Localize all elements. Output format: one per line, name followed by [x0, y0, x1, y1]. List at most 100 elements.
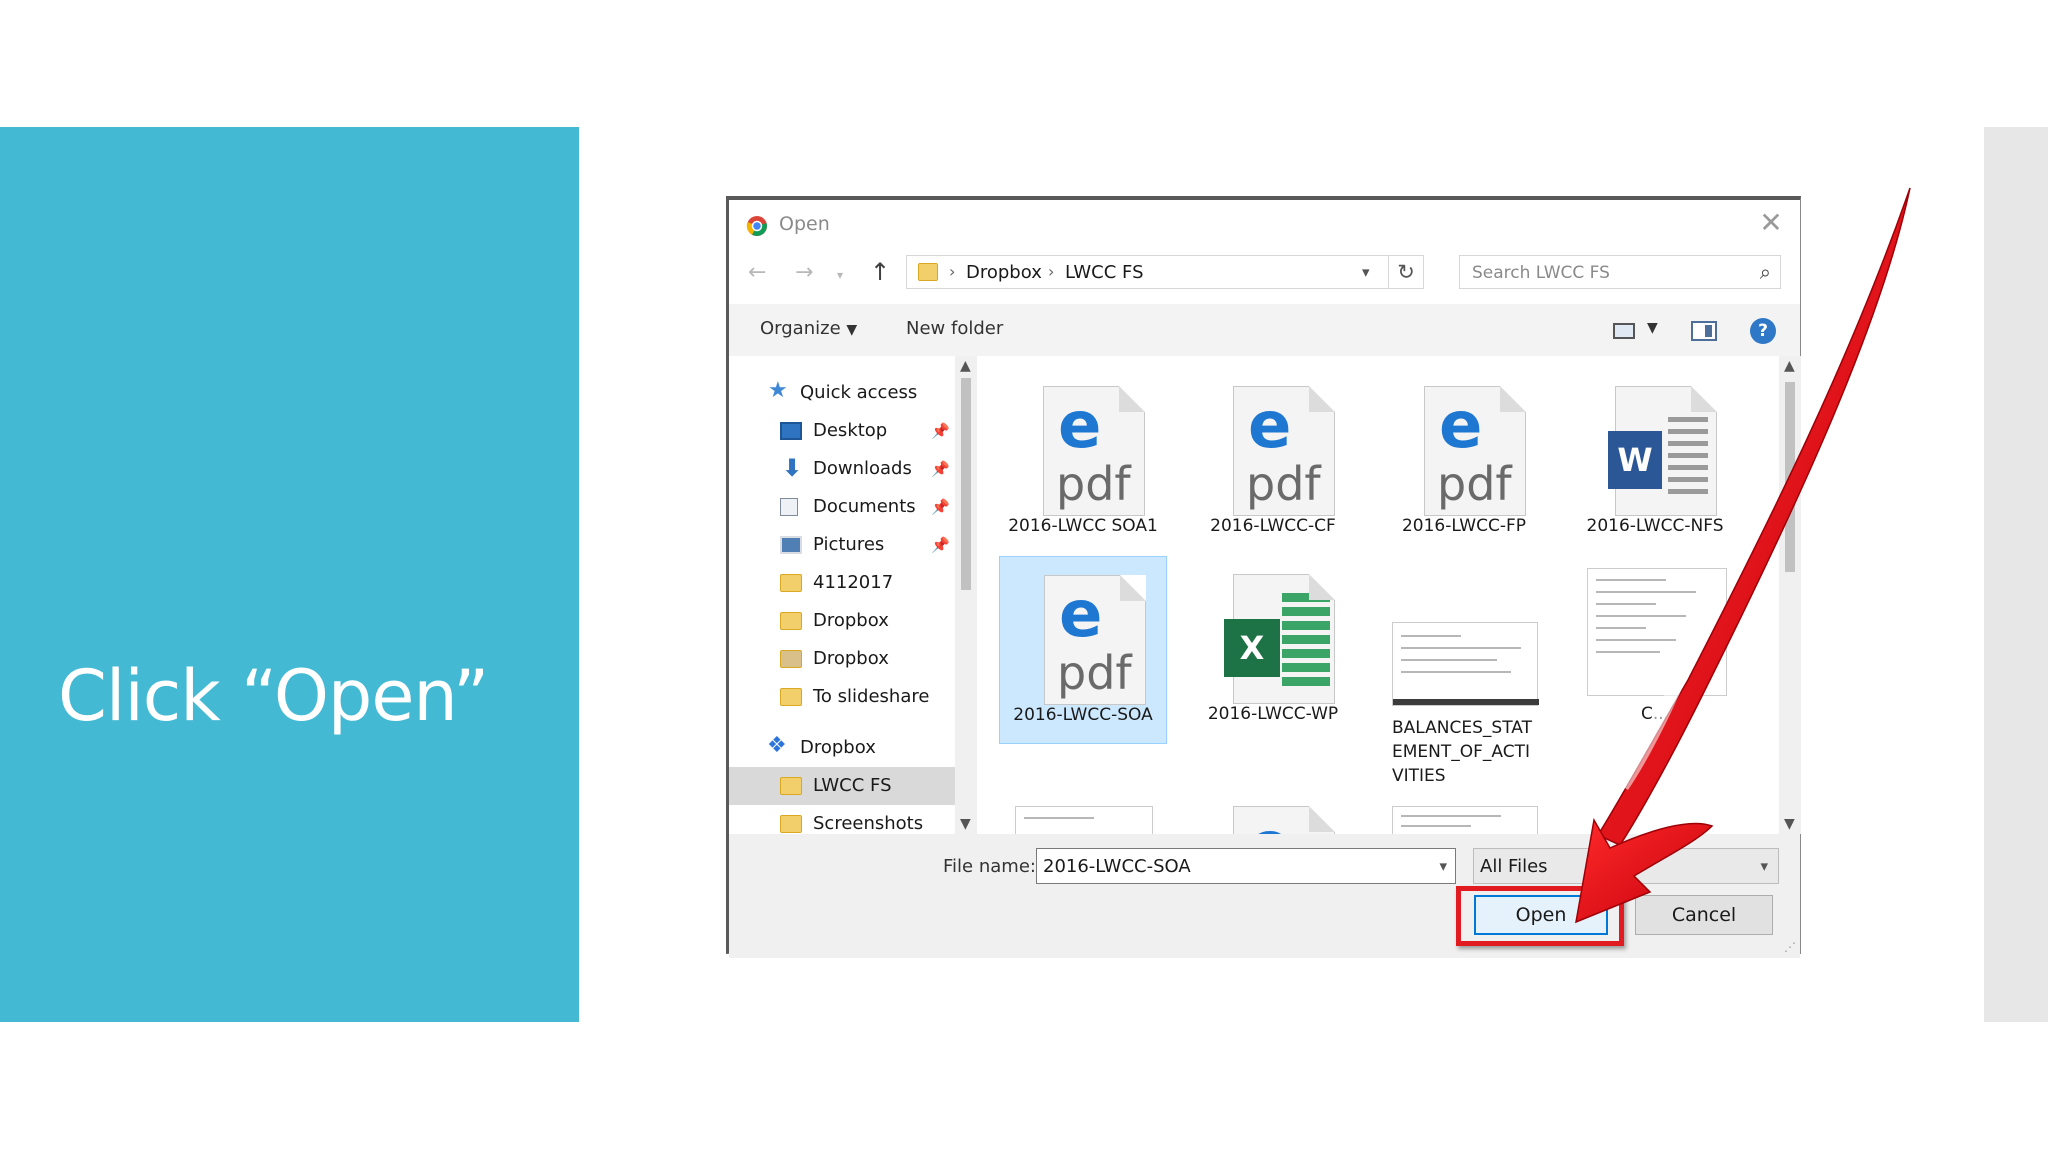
cancel-button[interactable]: Cancel [1635, 895, 1773, 935]
arrow-left-icon[interactable]: ← [748, 260, 766, 285]
refresh-icon[interactable]: ↻ [1388, 255, 1424, 289]
nav-item-dropbox-folder[interactable]: Dropbox [729, 602, 955, 640]
pdf-icon-label: pdf [1056, 457, 1131, 511]
organize-button[interactable]: Organize ▼ [760, 318, 857, 339]
file-item-partial[interactable] [999, 806, 1167, 834]
pictures-icon [780, 536, 802, 554]
file-list: e pdf 2016-LWCC SOA1 e pdf 2016-LWCC-CF … [979, 356, 1779, 834]
dialog-footer: File name: 2016-LWCC-SOA ▾ All Files ▾ O… [729, 834, 1800, 958]
file-item-partial[interactable] [1380, 806, 1548, 834]
dropbox-icon: ❖ [767, 733, 787, 758]
dialog-toolbar: Organize ▼ New folder ▼ ? [729, 304, 1800, 356]
nav-pane-scroll-thumb[interactable] [961, 378, 971, 590]
file-name: 2016-LWCC-SOA [1013, 705, 1153, 725]
breadcrumb-separator: › [949, 262, 956, 281]
file-name-line: BALANCES_STAT [1392, 718, 1532, 738]
chevron-down-icon[interactable]: ▾ [1439, 857, 1447, 875]
edge-icon: e [1248, 389, 1292, 463]
edge-icon: e [1439, 389, 1483, 463]
file-item-2016-lwcc-soa1[interactable]: e pdf 2016-LWCC SOA1 [999, 368, 1167, 556]
edge-icon: e [1058, 389, 1102, 463]
open-button-highlight [1456, 886, 1624, 946]
chevron-down-icon: ▾ [1760, 857, 1768, 875]
pdf-file-icon: e pdf [1043, 386, 1145, 516]
desktop-icon [780, 422, 802, 440]
download-icon: ⬇ [782, 454, 803, 482]
word-file-icon: W [1608, 386, 1717, 516]
arrow-right-icon[interactable]: → [795, 260, 813, 285]
scroll-down-icon[interactable]: ▼ [960, 816, 971, 832]
file-list-scroll-thumb[interactable] [1785, 382, 1795, 572]
edge-icon: e [1059, 578, 1103, 652]
slide-title-panel: Click “Open” [0, 127, 579, 1022]
file-name-line: VITIES [1392, 766, 1446, 786]
nav-item-dropbox-root[interactable]: ❖ Dropbox [729, 729, 955, 767]
breadcrumb-lwcc-fs[interactable]: LWCC FS [1065, 262, 1144, 283]
file-item-2016-lwcc-fp[interactable]: e pdf 2016-LWCC-FP [1380, 368, 1548, 556]
document-thumbnail [1392, 806, 1538, 834]
scroll-up-icon[interactable]: ▲ [1784, 358, 1795, 374]
file-item-partial[interactable]: e [1189, 806, 1357, 834]
slide-title: Click “Open” [58, 655, 489, 737]
file-item-c[interactable]: C... [1571, 556, 1739, 744]
nav-item-dropbox-shared[interactable]: Dropbox [729, 640, 955, 678]
search-placeholder: Search LWCC FS [1472, 263, 1610, 283]
chrome-icon [746, 216, 767, 236]
nav-item-label: Quick access [800, 382, 918, 403]
nav-item-quick-access[interactable]: ★ Quick access [729, 374, 955, 412]
spreadsheet-grid-icon [1282, 593, 1330, 691]
search-input[interactable]: Search LWCC FS ⌕ [1459, 255, 1781, 289]
nav-item-lwcc-fs[interactable]: LWCC FS [729, 767, 955, 805]
search-icon[interactable]: ⌕ [1760, 260, 1771, 284]
arrow-up-icon[interactable]: ↑ [870, 258, 890, 286]
nav-item-pictures[interactable]: Pictures 📌 [729, 526, 955, 564]
pin-icon[interactable]: 📌 [931, 422, 950, 440]
file-item-balances-statement-of-activities[interactable]: BALANCES_STAT EMENT_OF_ACTI VITIES [1380, 556, 1548, 786]
chevron-down-icon[interactable]: ▾ [837, 268, 843, 282]
breadcrumb-separator: › [1048, 262, 1055, 281]
word-icon: W [1608, 431, 1662, 489]
address-bar[interactable]: › Dropbox › LWCC FS ▾ [906, 255, 1389, 289]
file-name-input[interactable]: 2016-LWCC-SOA ▾ [1036, 848, 1456, 884]
file-item-2016-lwcc-cf[interactable]: e pdf 2016-LWCC-CF [1189, 368, 1357, 556]
nav-item-desktop[interactable]: Desktop 📌 [729, 412, 955, 450]
close-icon[interactable]: ✕ [1756, 206, 1786, 239]
view-options-icon[interactable] [1613, 323, 1635, 339]
help-icon[interactable]: ? [1750, 318, 1776, 344]
file-name: BALANCES_STAT EMENT_OF_ACTI VITIES [1380, 716, 1548, 788]
edge-icon: e [1248, 809, 1291, 834]
document-thumbnail [1015, 806, 1153, 834]
resize-grip-icon[interactable]: ⋰ [1784, 940, 1796, 954]
chevron-down-icon[interactable]: ▾ [1362, 263, 1370, 281]
pdf-file-icon: e [1233, 806, 1335, 834]
text-lines-icon [1668, 417, 1708, 501]
pin-icon[interactable]: 📌 [931, 498, 950, 516]
preview-pane-icon[interactable] [1691, 321, 1717, 341]
folder-icon [780, 777, 802, 795]
nav-item-label: To slideshare [813, 686, 930, 707]
dialog-title: Open [779, 213, 830, 235]
pin-icon[interactable]: 📌 [931, 460, 950, 478]
folder-icon [780, 612, 802, 630]
nav-item-to-slideshare[interactable]: To slideshare [729, 678, 955, 716]
file-item-2016-lwcc-nfs[interactable]: W 2016-LWCC-NFS [1571, 368, 1739, 556]
nav-item-label: Downloads [813, 458, 912, 479]
file-item-2016-lwcc-soa[interactable]: e pdf 2016-LWCC-SOA [999, 556, 1167, 744]
nav-item-screenshots[interactable]: Screenshots [729, 805, 955, 834]
nav-item-label: Dropbox [813, 648, 889, 669]
scroll-up-icon[interactable]: ▲ [960, 358, 971, 374]
nav-item-downloads[interactable]: ⬇ Downloads 📌 [729, 450, 955, 488]
file-item-2016-lwcc-wp[interactable]: X 2016-LWCC-WP [1189, 556, 1357, 744]
caret-down-icon[interactable]: ▼ [1647, 320, 1658, 336]
nav-item-label: Dropbox [813, 610, 889, 631]
nav-item-4112017[interactable]: 4112017 [729, 564, 955, 602]
nav-item-documents[interactable]: Documents 📌 [729, 488, 955, 526]
nav-item-label: LWCC FS [813, 775, 892, 796]
dialog-title-bar: Open ✕ [729, 200, 1800, 246]
scroll-down-icon[interactable]: ▼ [1784, 816, 1795, 832]
nav-item-label: Screenshots [813, 813, 924, 834]
pin-icon[interactable]: 📌 [931, 536, 950, 554]
new-folder-button[interactable]: New folder [906, 318, 1003, 339]
file-type-select[interactable]: All Files ▾ [1473, 848, 1779, 884]
breadcrumb-dropbox[interactable]: Dropbox [966, 262, 1042, 283]
